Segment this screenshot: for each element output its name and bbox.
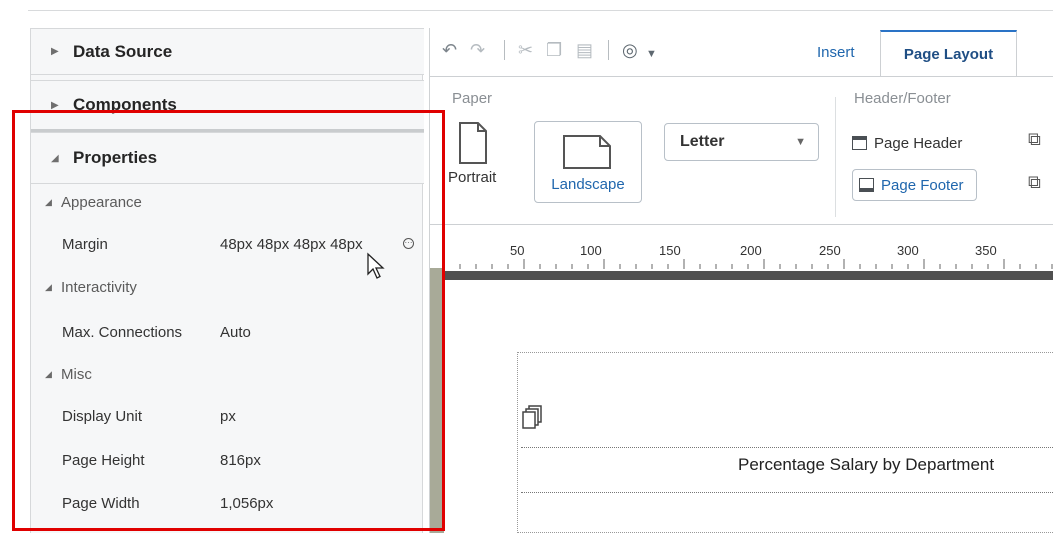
group-separator <box>835 97 836 217</box>
expanded-triangle-icon: ◢ <box>51 152 59 164</box>
property-label: Max. Connections <box>62 323 183 341</box>
tab-insert[interactable]: Insert <box>817 44 855 61</box>
group-label-paper: Paper <box>452 90 493 107</box>
header-options-icon[interactable]: ⧉ <box>1028 129 1041 150</box>
tab-page-layout[interactable]: Page Layout <box>880 30 1017 76</box>
property-label: Display Unit <box>62 407 143 425</box>
ruler-tick-label: 350 <box>975 243 997 258</box>
collapsed-triangle-icon: ▶ <box>51 46 59 57</box>
chevron-down-icon: ▼ <box>795 136 806 148</box>
target-icon[interactable]: ◎ <box>622 40 638 60</box>
expanded-triangle-icon: ◢ <box>45 281 52 292</box>
property-row-page-width[interactable]: Page Width 1,056px <box>31 488 424 518</box>
ruler-tick-label: 250 <box>819 243 841 258</box>
undo-icon[interactable]: ↶ <box>442 40 457 60</box>
copy-icon[interactable]: ❐ <box>546 40 562 60</box>
ruler-tick-label: 300 <box>897 243 919 258</box>
portrait-button[interactable]: Portrait <box>448 121 496 186</box>
report-region[interactable] <box>517 352 1053 533</box>
property-row-display-unit[interactable]: Display Unit px <box>31 401 424 431</box>
property-value[interactable]: 816px <box>220 452 261 469</box>
edit-ellipsis-icon[interactable]: ··· <box>403 238 414 249</box>
page-footer-icon <box>859 178 874 192</box>
landscape-label: Landscape <box>551 176 625 193</box>
report-title[interactable]: Percentage Salary by Department <box>738 455 994 475</box>
expanded-triangle-icon: ◢ <box>45 368 52 379</box>
property-value[interactable]: 48px 48px 48px 48px <box>220 236 363 253</box>
toolbar: ↶ ↷ ✂ ❐ ▤ ◎ ▼ Insert Page Layout <box>430 28 1053 76</box>
landscape-icon <box>563 135 611 169</box>
section-label: Appearance <box>61 193 142 211</box>
page-header-button[interactable]: Page Header <box>852 127 962 159</box>
ribbon: Paper Portrait Landscape Letter ▼ Header… <box>430 76 1053 224</box>
horizontal-ruler: 50 100 150 200 250 300 350 <box>430 224 1053 281</box>
group-label-header-footer: Header/Footer <box>854 90 951 107</box>
page-header-label: Page Header <box>874 134 963 152</box>
accordion-label: Properties <box>73 148 158 167</box>
section-misc[interactable]: ◢ Misc <box>31 359 424 389</box>
canvas-margin-strip <box>430 268 444 533</box>
mouse-pointer-icon <box>367 252 385 279</box>
ruler-tick-label: 100 <box>580 243 602 258</box>
property-label: Page Height <box>62 451 145 469</box>
page-footer-label: Page Footer <box>881 176 964 194</box>
section-label: Misc <box>61 365 92 383</box>
ruler-tick-label: 200 <box>740 243 762 258</box>
accordion-label: Data Source <box>73 41 173 61</box>
toolbar-separator <box>504 40 505 60</box>
property-row-page-height[interactable]: Page Height 816px <box>31 445 424 475</box>
accordion-data-source[interactable]: ▶ Data Source <box>31 28 424 75</box>
portrait-label: Portrait <box>448 169 497 186</box>
accordion-components[interactable]: ▶ Components <box>31 80 424 130</box>
portrait-icon <box>459 122 488 164</box>
paper-size-select[interactable]: Letter ▼ <box>664 123 819 161</box>
accordion-label: Components <box>73 95 177 114</box>
ruler-tick-label: 50 <box>510 243 525 258</box>
chevron-down-icon[interactable]: ▼ <box>646 44 657 64</box>
paper-size-value: Letter <box>680 133 725 150</box>
report-row-border <box>521 447 1053 448</box>
footer-options-icon[interactable]: ⧉ <box>1028 172 1041 193</box>
expanded-triangle-icon: ◢ <box>45 196 52 207</box>
top-divider <box>28 10 1053 11</box>
cut-icon[interactable]: ✂ <box>518 40 533 60</box>
property-label: Margin <box>62 235 108 253</box>
section-appearance[interactable]: ◢ Appearance <box>31 187 424 217</box>
property-value[interactable]: Auto <box>220 324 251 341</box>
page-footer-button[interactable]: Page Footer <box>852 169 977 201</box>
layers-icon[interactable] <box>521 404 543 430</box>
accordion-properties[interactable]: ◢ Properties <box>31 132 424 184</box>
redo-icon[interactable]: ↷ <box>470 40 485 60</box>
report-row-border <box>521 492 1053 493</box>
ruler-ticks <box>444 259 1053 269</box>
section-label: Interactivity <box>61 278 137 296</box>
paste-icon[interactable]: ▤ <box>576 40 593 60</box>
left-panel: ▶ Data Source ▶ Components ◢ Properties … <box>30 28 424 533</box>
landscape-button[interactable]: Landscape <box>534 121 642 203</box>
toolbar-separator <box>608 40 609 60</box>
property-value[interactable]: 1,056px <box>220 495 273 512</box>
collapsed-triangle-icon: ▶ <box>51 99 59 111</box>
page-header-icon <box>852 136 867 150</box>
property-label: Page Width <box>62 494 140 512</box>
app-root: ▶ Data Source ▶ Components ◢ Properties … <box>0 0 1053 533</box>
property-row-max-connections[interactable]: Max. Connections Auto <box>31 317 424 347</box>
ruler-tick-label: 150 <box>659 243 681 258</box>
property-value[interactable]: px <box>220 408 236 425</box>
